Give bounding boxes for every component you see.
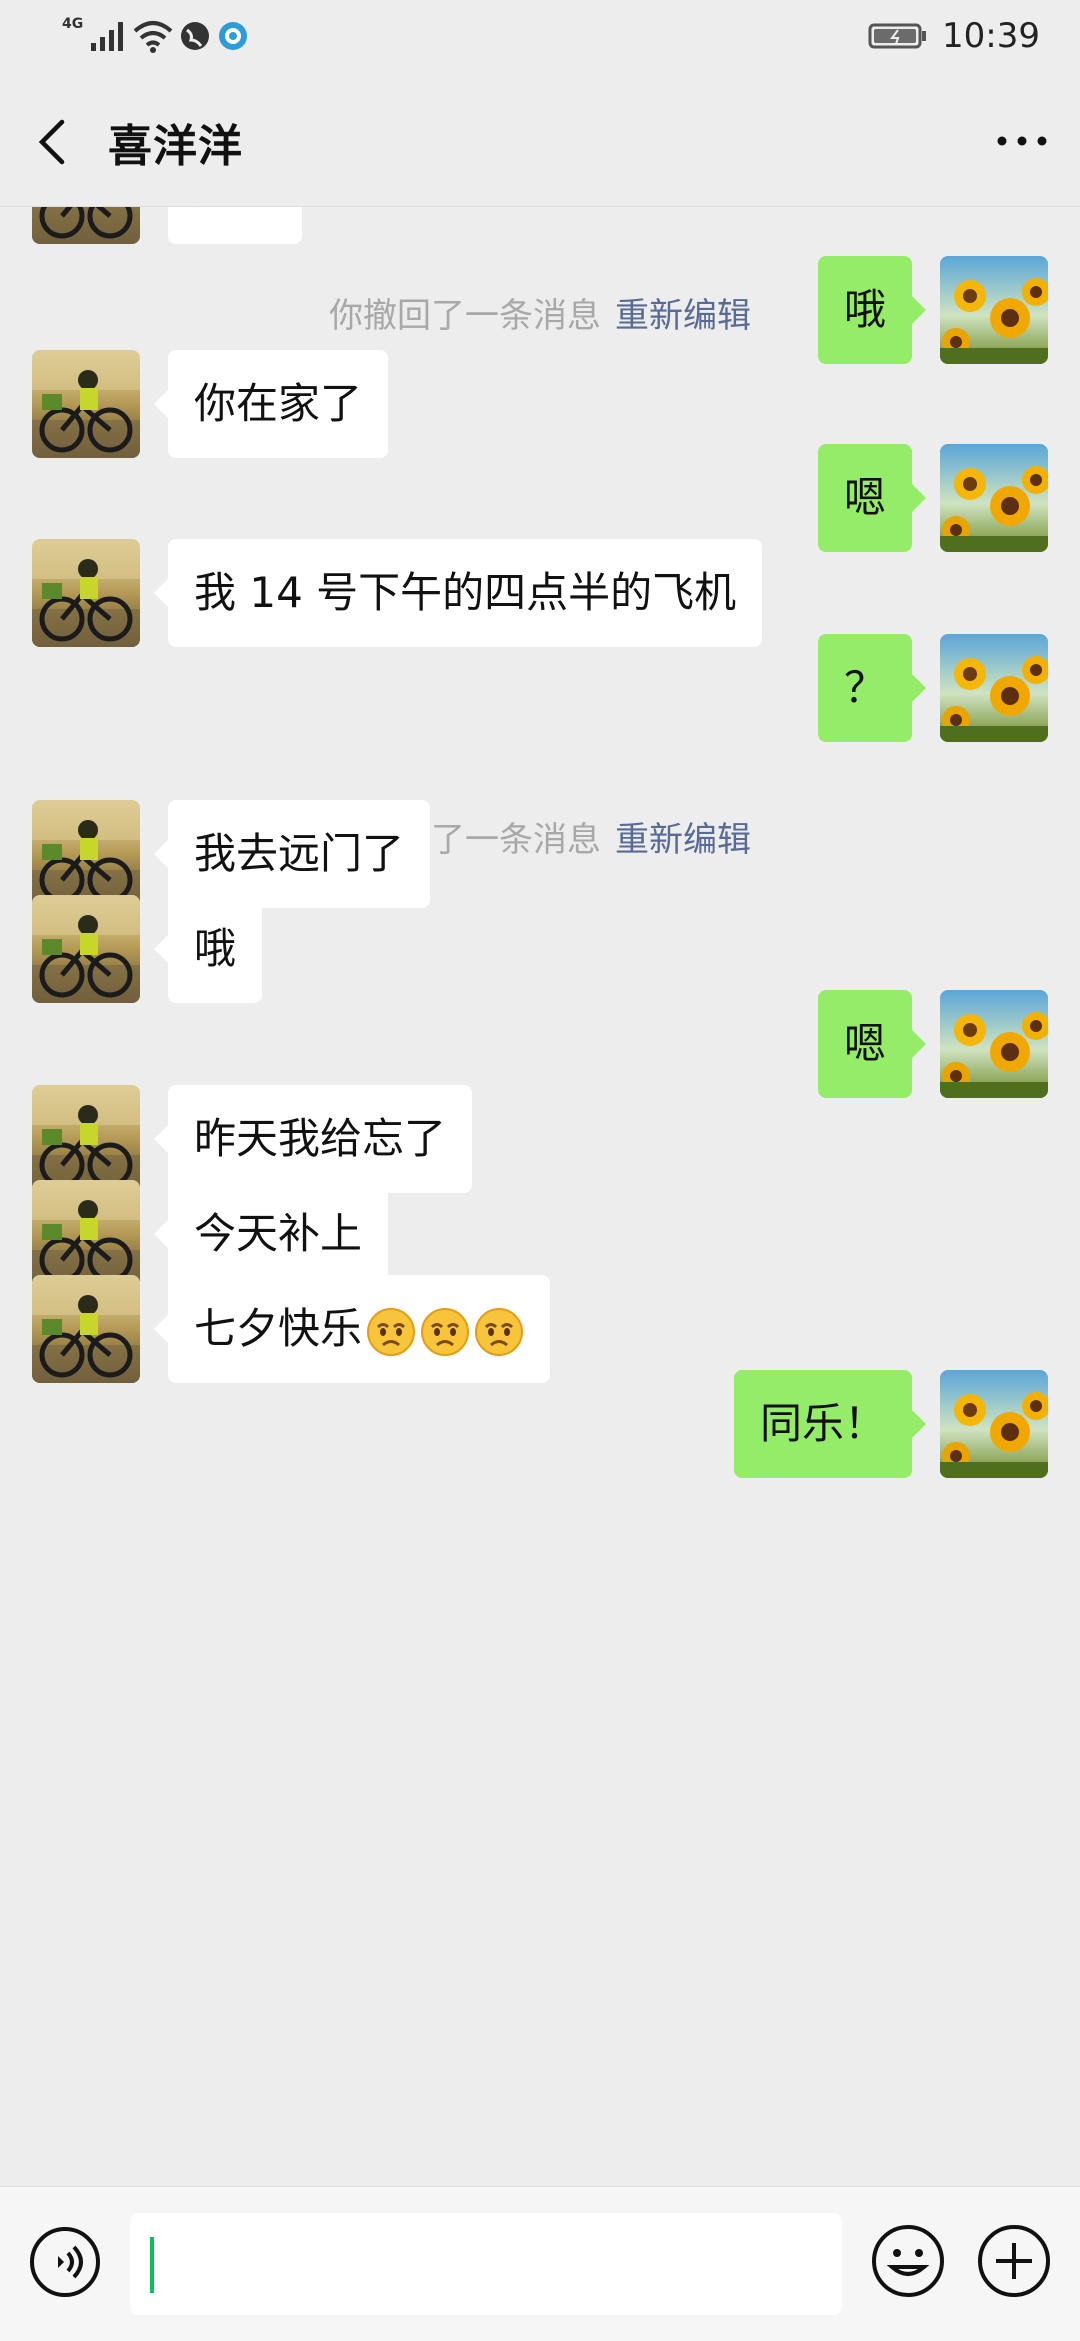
message-text: 我去远门了	[194, 829, 405, 878]
contact-avatar[interactable]	[32, 1275, 140, 1383]
browser-icon	[219, 22, 248, 50]
battery-icon	[868, 23, 927, 49]
message-text: 七夕快乐	[194, 1304, 363, 1353]
contact-avatar[interactable]	[32, 1180, 140, 1288]
contact-avatar[interactable]	[32, 350, 140, 458]
contact-avatar[interactable]	[32, 1085, 140, 1193]
message-bubble[interactable]: ？	[817, 634, 927, 742]
message-list[interactable]: 这... 你撤回了一条消息重新编辑 哦 你在家了 嗯 我 14 号下午的四点半的…	[0, 206, 1080, 2186]
my-avatar[interactable]	[940, 256, 1048, 364]
contact-avatar[interactable]	[32, 206, 140, 244]
my-avatar[interactable]	[940, 634, 1048, 742]
signal-icon	[91, 22, 124, 51]
message-input[interactable]	[130, 2213, 842, 2315]
chevron-left-icon	[38, 119, 65, 165]
more-dots-icon	[997, 136, 1047, 146]
network-type-label: 4G	[62, 16, 84, 32]
chat-header: 喜洋洋	[0, 72, 1080, 207]
message-bubble[interactable]: 嗯	[817, 990, 927, 1098]
status-bar: 4G 10:39	[0, 0, 1080, 72]
message-bubble[interactable]: 我去远门了	[153, 800, 431, 908]
message-text: 这...	[194, 206, 276, 214]
message-text: 今天补上	[194, 1209, 363, 1258]
my-avatar[interactable]	[940, 990, 1048, 1098]
message-text: 哦	[843, 285, 886, 334]
my-avatar[interactable]	[940, 444, 1048, 552]
chat-title: 喜洋洋	[108, 121, 243, 172]
message-bubble[interactable]: 我 14 号下午的四点半的飞机	[153, 539, 763, 647]
my-avatar[interactable]	[940, 1370, 1048, 1478]
wifi-icon	[133, 21, 173, 53]
clock-time: 10:39	[942, 16, 1040, 56]
sad-face-emoji	[474, 1307, 524, 1357]
input-bar	[0, 2186, 1080, 2341]
contact-avatar[interactable]	[32, 800, 140, 908]
message-text: 嗯	[843, 1019, 886, 1068]
recall-notice-text: 你撤回了一条消息	[329, 296, 601, 336]
message-bubble[interactable]: 这...	[168, 206, 303, 244]
message-bubble[interactable]: 昨天我给忘了	[153, 1085, 473, 1193]
message-text: 你在家了	[194, 379, 363, 428]
message-bubble[interactable]: 同乐！	[733, 1370, 927, 1478]
text-caret	[150, 2237, 154, 2293]
message-bubble[interactable]: 今天补上	[153, 1180, 389, 1288]
voice-button[interactable]	[28, 2225, 102, 2299]
contact-avatar[interactable]	[32, 895, 140, 1003]
sad-face-emoji	[420, 1307, 470, 1357]
message-text: 嗯	[843, 473, 886, 522]
message-text: 我 14 号下午的四点半的飞机	[194, 568, 737, 617]
more-actions-button[interactable]	[976, 2223, 1052, 2299]
sad-face-emoji	[366, 1307, 416, 1357]
re-edit-link[interactable]: 重新编辑	[615, 296, 751, 336]
contact-avatar[interactable]	[32, 539, 140, 647]
message-text: ？	[843, 663, 886, 712]
message-text: 昨天我给忘了	[194, 1114, 447, 1163]
back-button[interactable]	[30, 112, 80, 172]
message-bubble[interactable]: 嗯	[817, 444, 927, 552]
globe-icon	[181, 22, 210, 50]
re-edit-link[interactable]: 重新编辑	[615, 820, 751, 860]
voice-icon	[30, 2227, 100, 2297]
message-bubble[interactable]: 哦	[153, 895, 263, 1003]
message-text: 同乐！	[759, 1399, 886, 1448]
plus-icon	[978, 2225, 1050, 2297]
emoji-icon	[872, 2225, 944, 2297]
message-bubble[interactable]: 哦	[817, 256, 927, 364]
more-button[interactable]	[992, 116, 1052, 166]
message-bubble[interactable]: 七夕快乐	[153, 1275, 551, 1383]
message-text: 哦	[194, 924, 237, 973]
message-bubble[interactable]: 你在家了	[153, 350, 389, 458]
emoji-button[interactable]	[870, 2223, 946, 2299]
